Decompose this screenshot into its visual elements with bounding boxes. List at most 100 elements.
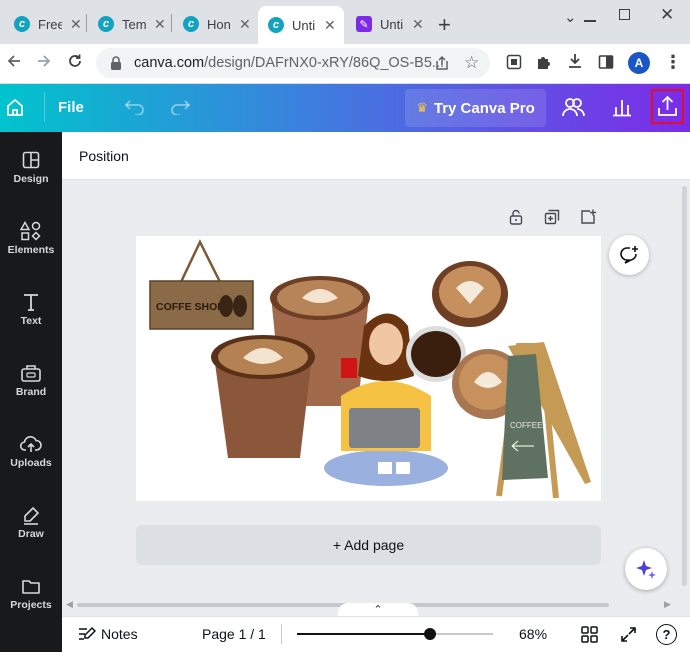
tab-title: Unti: [380, 16, 404, 32]
back-icon[interactable]: [6, 53, 22, 69]
close-icon[interactable]: ✕: [412, 16, 424, 33]
sidebar-item-projects[interactable]: Projects: [0, 576, 62, 611]
elements-icon: [20, 221, 41, 241]
browser-tab-2[interactable]: c Tem ✕: [88, 8, 168, 40]
sidebar-item-text[interactable]: Text: [0, 292, 62, 327]
sparkle-icon: [636, 560, 656, 579]
sidebar-item-label: Draw: [18, 528, 44, 540]
uploads-icon: [20, 436, 42, 452]
download-icon[interactable]: [567, 53, 583, 69]
board-text: COFFEE: [510, 421, 542, 430]
position-button[interactable]: Position: [79, 148, 129, 164]
scroll-left-icon[interactable]: ◀: [66, 599, 73, 610]
sidebar-item-design[interactable]: Design: [0, 150, 62, 185]
home-icon[interactable]: [5, 97, 25, 117]
grid-view-icon[interactable]: [581, 626, 598, 643]
crown-icon: ♛: [416, 100, 428, 115]
zoom-level[interactable]: 68%: [519, 626, 547, 642]
share-page-icon[interactable]: [434, 55, 450, 71]
sidebar-item-label: Projects: [10, 599, 52, 611]
page-indicator[interactable]: Page 1 / 1: [202, 626, 266, 642]
tab-divider: [171, 14, 172, 32]
redo-icon[interactable]: [169, 97, 191, 115]
forward-icon[interactable]: [36, 53, 52, 69]
canva-favicon-icon: c: [98, 16, 114, 32]
minimize-icon[interactable]: [584, 20, 596, 22]
sidebar-item-label: Design: [13, 173, 49, 185]
side-panel-icon[interactable]: [598, 54, 614, 70]
browser-tab-active[interactable]: c Unti ✕: [258, 6, 344, 44]
context-toolbar: [62, 132, 690, 180]
browser-menu-icon[interactable]: ⋮: [664, 52, 682, 73]
sidebar-item-label: Text: [20, 315, 42, 327]
file-menu-button[interactable]: File: [58, 99, 84, 116]
chevron-down-icon[interactable]: ⌄: [564, 8, 577, 26]
sidebar-item-draw[interactable]: Draw: [0, 505, 62, 540]
sidebar-item-elements[interactable]: Elements: [0, 221, 62, 256]
close-icon[interactable]: ✕: [239, 16, 251, 33]
undo-icon[interactable]: [124, 97, 146, 115]
lock-page-icon[interactable]: [508, 209, 524, 225]
fullscreen-icon[interactable]: [620, 626, 637, 643]
magic-assistant-button[interactable]: [625, 548, 667, 590]
add-page-icon[interactable]: [580, 209, 596, 225]
canva-favicon-icon: c: [183, 16, 199, 32]
reload-icon[interactable]: [67, 53, 83, 69]
coffee-shop-artwork[interactable]: COFFE SHOP COFFEE: [136, 236, 601, 501]
url-path: /design/DAFrNX0-xRY/86Q_OS-B5...: [204, 55, 445, 71]
extensions-puzzle-icon[interactable]: [536, 54, 552, 70]
zoom-slider-fill: [297, 633, 431, 635]
help-button[interactable]: ?: [656, 624, 677, 645]
browser-tab-1[interactable]: c Free ✕: [4, 8, 84, 40]
close-icon[interactable]: ✕: [70, 16, 82, 33]
footer-divider: [281, 624, 282, 644]
design-icon: [22, 151, 40, 169]
close-icon[interactable]: ✕: [324, 17, 336, 34]
close-icon[interactable]: ✕: [154, 16, 166, 33]
vertical-scrollbar[interactable]: [682, 186, 687, 586]
screenshot-extension-icon[interactable]: [506, 54, 522, 70]
analytics-icon[interactable]: [612, 97, 632, 117]
scroll-right-icon[interactable]: ▶: [664, 599, 671, 610]
add-comment-button[interactable]: [609, 235, 649, 275]
sidebar-item-label: Brand: [15, 386, 47, 398]
browser-tab-5[interactable]: ✎ Unti ✕: [346, 8, 426, 40]
lock-icon[interactable]: [110, 56, 122, 70]
sidebar-item-label: Uploads: [10, 457, 52, 469]
window-close-icon[interactable]: ✕: [660, 5, 674, 25]
notes-button[interactable]: Notes: [101, 626, 138, 642]
sidebar-item-label: Elements: [7, 244, 55, 256]
expand-pages-button[interactable]: ⌃: [338, 603, 418, 617]
projects-icon: [22, 580, 40, 594]
sidebar-item-uploads[interactable]: Uploads: [0, 434, 62, 469]
sidebar-item-brand[interactable]: Brand: [0, 363, 62, 398]
new-tab-button[interactable]: +: [438, 12, 451, 38]
maximize-icon[interactable]: [619, 9, 630, 20]
header-divider: [44, 92, 45, 122]
url-text[interactable]: canva.com/design/DAFrNX0-xRY/86Q_OS-B5..…: [134, 55, 444, 71]
comment-add-icon: [620, 246, 638, 264]
tab-title: Free: [38, 16, 62, 32]
draw-icon: [24, 507, 39, 525]
brand-icon: [21, 365, 41, 382]
canva-header: [0, 84, 690, 132]
browser-tab-3[interactable]: c Hon ✕: [173, 8, 253, 40]
share-people-icon[interactable]: [561, 96, 585, 118]
try-canva-pro-button[interactable]: ♛ Try Canva Pro: [405, 89, 546, 127]
notes-icon[interactable]: [78, 626, 96, 642]
canva-purple-favicon-icon: ✎: [356, 16, 372, 32]
canva-favicon-icon: c: [268, 17, 284, 33]
profile-avatar[interactable]: A: [628, 52, 650, 74]
tab-title: Hon: [207, 16, 231, 32]
share-export-button[interactable]: [651, 89, 684, 124]
sign-text: COFFE SHOP: [156, 301, 224, 313]
tab-title: Unti: [292, 17, 316, 33]
tab-title: Tem: [122, 16, 146, 32]
text-icon: [24, 294, 38, 311]
add-page-button[interactable]: + Add page: [136, 525, 601, 565]
design-page[interactable]: COFFE SHOP COFFEE: [136, 236, 601, 501]
canva-favicon-icon: c: [14, 16, 30, 32]
duplicate-page-icon[interactable]: [544, 209, 560, 225]
bookmark-star-icon[interactable]: ☆: [464, 53, 479, 73]
tab-divider: [86, 14, 87, 32]
